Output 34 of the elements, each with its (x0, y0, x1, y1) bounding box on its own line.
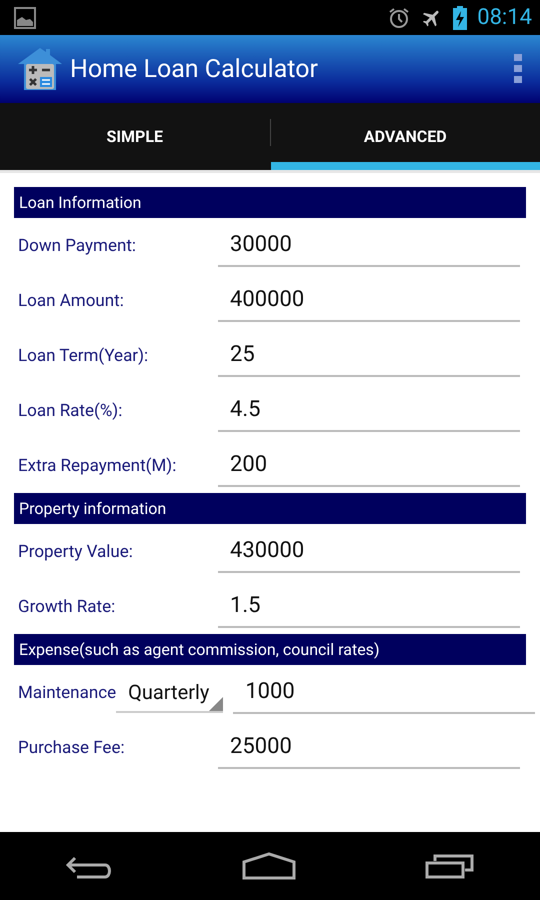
field-label: Purchase Fee: (17, 738, 126, 758)
picture-icon (14, 6, 36, 28)
section-header: Property information (14, 493, 526, 524)
input-field[interactable]: 25000 (218, 726, 520, 768)
section-header: Loan Information (14, 187, 526, 218)
input-field[interactable]: 25 (218, 334, 520, 376)
input-field[interactable]: 4.5 (218, 390, 520, 432)
recent-apps-icon[interactable] (425, 853, 476, 879)
field-label: Growth Rate: (17, 596, 116, 616)
section-header: Expense(such as agent commission, council rates) (14, 634, 526, 665)
input-field[interactable]: 400000 (218, 280, 520, 322)
home-icon[interactable] (242, 852, 296, 880)
input-field[interactable]: 1000 (233, 672, 536, 714)
field-label: Property Value: (17, 542, 134, 562)
battery-icon (453, 6, 468, 30)
input-field[interactable]: 1.5 (218, 586, 520, 628)
field-label: Loan Term(Year): (17, 346, 150, 366)
input-field[interactable]: 30000 (218, 224, 520, 266)
field-label: Loan Rate(%): (17, 400, 124, 420)
input-field[interactable]: 200 (218, 444, 520, 486)
field-label: Loan Amount: (17, 290, 125, 310)
alarm-icon (387, 6, 412, 30)
frequency-dropdown[interactable]: Quarterly (116, 672, 224, 712)
field-label: Extra Repayment(M): (17, 456, 178, 476)
input-field[interactable]: 430000 (218, 530, 520, 572)
app-title: Home Loan Calculator (70, 54, 319, 84)
house-calculator-icon (18, 46, 62, 92)
dropdown-icon (209, 696, 224, 710)
tab[interactable]: SIMPLE (0, 103, 270, 170)
field-label: Down Payment: (17, 236, 138, 256)
tab[interactable]: ADVANCED (270, 103, 540, 170)
status-time: 08:14 (477, 5, 532, 30)
overflow-menu-icon[interactable] (514, 54, 522, 84)
field-label: Maintenance (17, 682, 116, 702)
